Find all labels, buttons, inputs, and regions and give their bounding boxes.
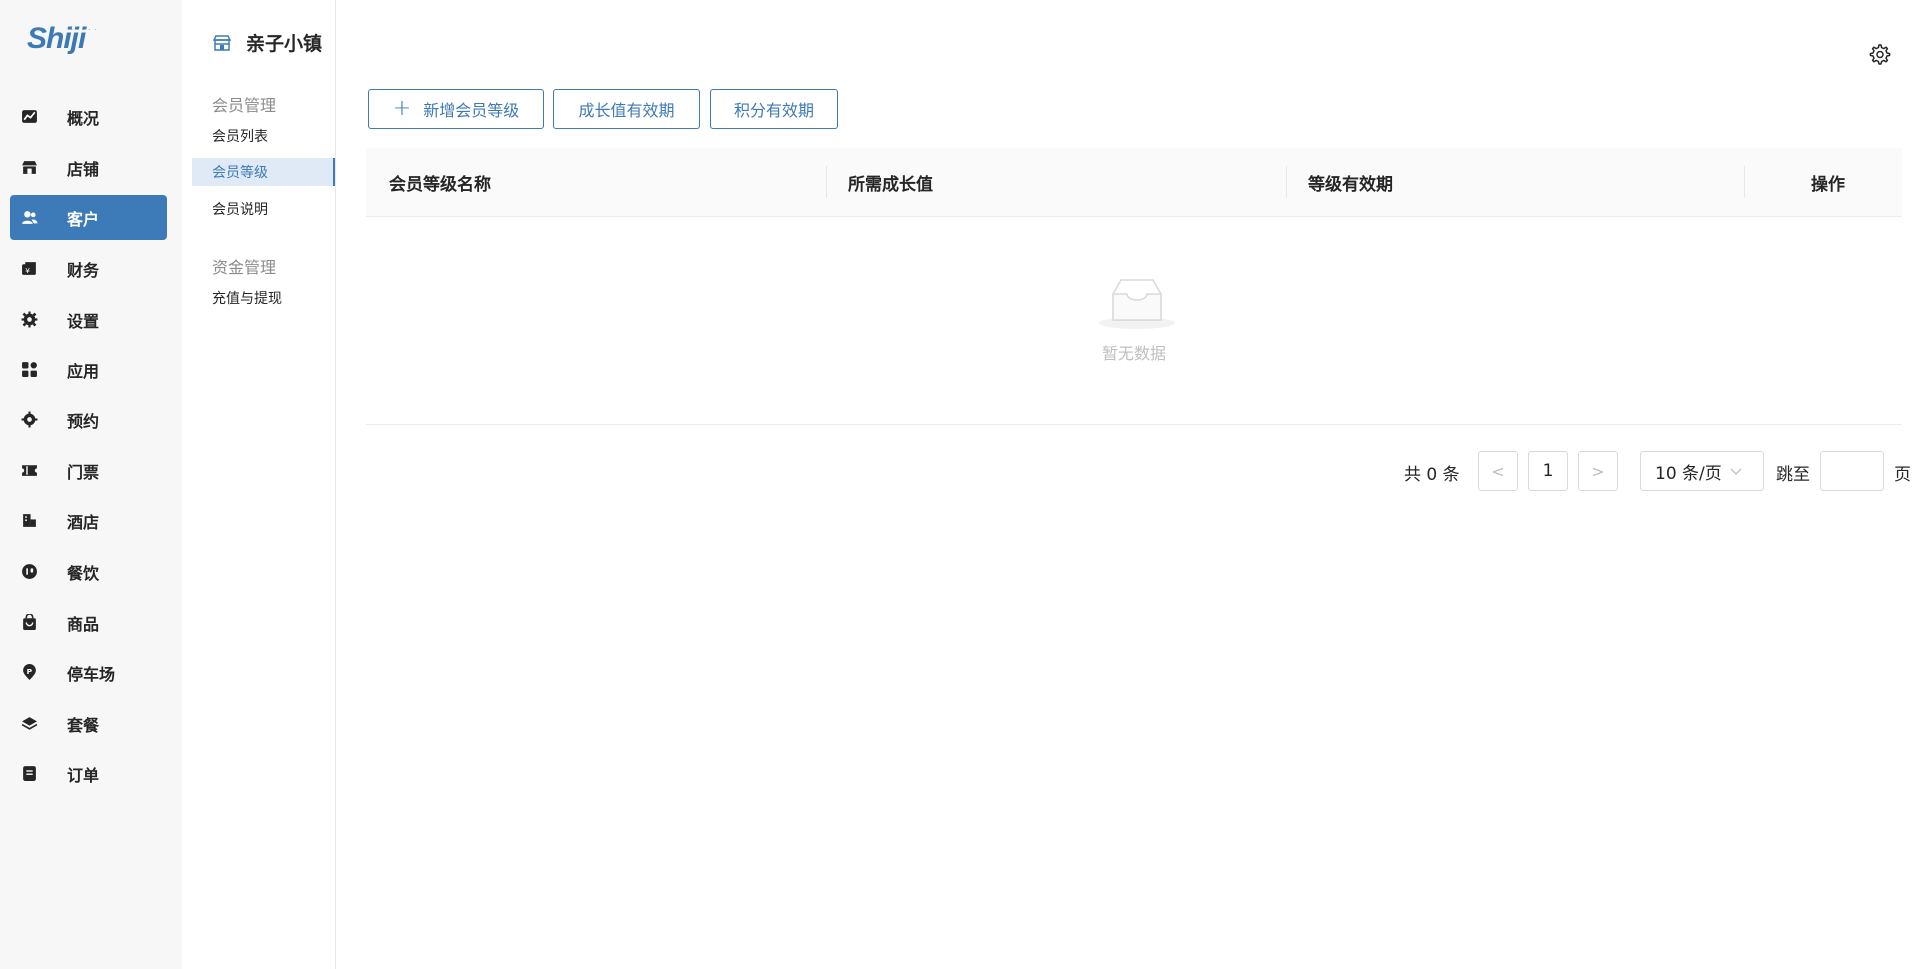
- column-header-level-name: 会员等级名称: [389, 175, 491, 195]
- subnav-item-recharge-withdraw[interactable]: 充值与提现: [192, 284, 335, 312]
- pagination-total: 共 0 条: [1404, 465, 1460, 485]
- subnav-item-member-description[interactable]: 会员说明: [192, 195, 335, 223]
- users-icon: [19, 208, 39, 228]
- page-size-select[interactable]: 10 条/页: [1640, 451, 1764, 491]
- group-title-member: 会员管理: [212, 96, 277, 115]
- store-icon: [19, 158, 39, 178]
- sidebar-item-booking[interactable]: 预约: [10, 397, 167, 442]
- store-name: 亲子小镇: [246, 33, 323, 55]
- column-header-growth-required: 所需成长值: [848, 175, 933, 195]
- table-header: 会员等级名称 所需成长值 等级有效期 操作: [366, 148, 1902, 217]
- subnav-item-member-list[interactable]: 会员列表: [192, 122, 335, 150]
- page-suffix-label: 页: [1894, 465, 1911, 485]
- sidebar-item-settings[interactable]: 设置: [10, 297, 167, 342]
- bag-icon: [19, 613, 39, 633]
- group-title-funds: 资金管理: [212, 258, 277, 277]
- pagination-prev-button[interactable]: <: [1478, 451, 1518, 491]
- hotel-icon: [19, 511, 39, 531]
- shiji-logo[interactable]: Shiji · · · · ·: [27, 22, 99, 60]
- sidebar-item-goods[interactable]: 商品: [10, 600, 167, 645]
- layers-icon: [19, 714, 39, 734]
- sidebar-item-label: 设置: [67, 311, 100, 331]
- sidebar-item-label: 订单: [67, 765, 100, 785]
- svg-text:¥: ¥: [25, 266, 30, 275]
- sidebar-item-label: 停车场: [67, 664, 116, 684]
- parking-icon: P: [19, 663, 39, 683]
- jump-to-label: 跳至: [1776, 465, 1810, 485]
- sidebar-item-label: 应用: [67, 361, 100, 381]
- plus-icon: +: [392, 96, 412, 121]
- sidebar-item-label: 餐饮: [67, 563, 100, 583]
- order-icon: [19, 764, 39, 784]
- table-empty-state: 暂无数据: [366, 218, 1902, 425]
- page-size-value: 10 条/页: [1655, 463, 1722, 484]
- logo-dots: · · · · ·: [71, 27, 98, 34]
- sidebar-item-store[interactable]: 店铺: [10, 145, 167, 190]
- sidebar-item-label: 预约: [67, 411, 100, 431]
- apps-icon: [19, 360, 39, 380]
- sidebar-item-finance[interactable]: ¥ 财务: [10, 246, 167, 291]
- store-header: 亲子小镇: [212, 29, 322, 56]
- growth-validity-button[interactable]: 成长值有效期: [553, 89, 700, 129]
- sidebar-item-label: 财务: [67, 260, 100, 280]
- chevron-left-icon: <: [1491, 461, 1505, 481]
- store-icon: [212, 33, 232, 53]
- sidebar-item-label: 店铺: [67, 159, 100, 179]
- column-separator: [826, 166, 827, 198]
- sidebar-item-label: 门票: [67, 462, 100, 482]
- sidebar-item-orders[interactable]: 订单: [10, 751, 167, 796]
- empty-inbox-icon: [1097, 274, 1177, 330]
- settings-icon[interactable]: [1867, 42, 1891, 66]
- sidebar-item-label: 客户: [67, 209, 100, 229]
- sidebar-item-label: 商品: [67, 614, 100, 634]
- dining-icon: [19, 562, 39, 582]
- column-separator: [1744, 166, 1745, 198]
- jump-to-page-input[interactable]: [1820, 451, 1884, 491]
- sidebar-item-label: 套餐: [67, 715, 100, 735]
- sidebar-item-apps[interactable]: 应用: [10, 347, 167, 392]
- gear-icon: [19, 410, 39, 430]
- sidebar-item-parking[interactable]: P 停车场: [10, 650, 167, 695]
- chart-icon: [19, 107, 39, 127]
- main-sidebar: Shiji · · · · · 概况 店铺 客户 ¥ 财务 设置 应用 预约 门…: [0, 0, 182, 969]
- add-member-level-button[interactable]: + 新增会员等级: [368, 89, 544, 129]
- ticket-icon: [19, 461, 39, 481]
- subnav-item-member-level[interactable]: 会员等级: [192, 158, 335, 186]
- sidebar-item-label: 酒店: [67, 512, 100, 532]
- sidebar-item-label: 概况: [67, 108, 100, 128]
- points-validity-button[interactable]: 积分有效期: [710, 89, 838, 129]
- column-header-level-validity: 等级有效期: [1308, 175, 1393, 195]
- sidebar-item-customer[interactable]: 客户: [10, 195, 167, 240]
- gear-icon: [19, 310, 39, 330]
- column-header-actions: 操作: [1811, 175, 1845, 195]
- chevron-right-icon: >: [1591, 461, 1605, 481]
- pagination-next-button[interactable]: >: [1578, 451, 1618, 491]
- sidebar-item-dining[interactable]: 餐饮: [10, 549, 167, 594]
- sidebar-item-tickets[interactable]: 门票: [10, 448, 167, 493]
- pagination-page-1[interactable]: 1: [1528, 451, 1568, 491]
- sidebar-item-overview[interactable]: 概况: [10, 94, 167, 139]
- wallet-icon: ¥: [19, 259, 39, 279]
- sidebar-item-hotel[interactable]: 酒店: [10, 498, 167, 543]
- sidebar-item-package[interactable]: 套餐: [10, 701, 167, 746]
- add-member-level-label: 新增会员等级: [423, 101, 520, 120]
- chevron-down-icon: [1730, 461, 1742, 481]
- column-separator: [1286, 166, 1287, 198]
- empty-text: 暂无数据: [1101, 344, 1166, 363]
- svg-text:P: P: [26, 667, 32, 676]
